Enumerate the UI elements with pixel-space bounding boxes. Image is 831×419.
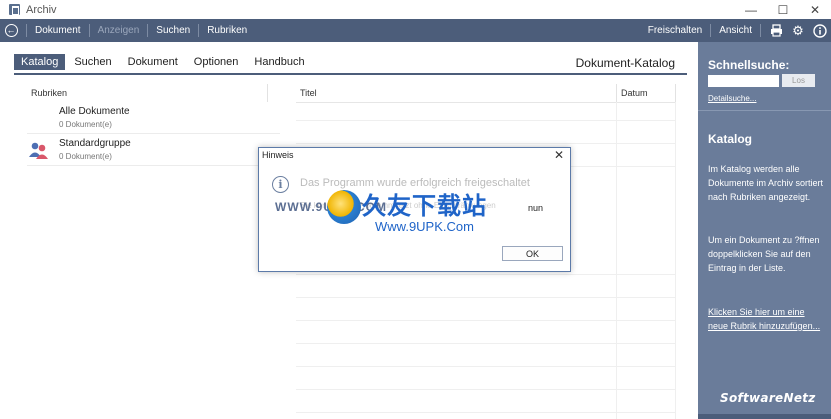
window-title: Archiv bbox=[26, 3, 57, 16]
dialog-close-icon[interactable]: ✕ bbox=[554, 148, 564, 163]
toolbar-separator bbox=[88, 24, 90, 37]
quick-search-button[interactable]: Los bbox=[782, 74, 815, 87]
grid-row-line bbox=[296, 389, 676, 390]
minimize-button[interactable]: — bbox=[735, 0, 767, 19]
rubrik-count: 0 Dokument(e) bbox=[59, 120, 112, 129]
column-header-datum[interactable]: Datum bbox=[621, 88, 648, 98]
toolbar-ansicht[interactable]: Ansicht bbox=[715, 25, 756, 36]
gear-icon[interactable]: ⚙ bbox=[787, 19, 809, 42]
grid-column-line bbox=[616, 102, 617, 419]
close-button[interactable]: ✕ bbox=[799, 0, 831, 19]
tab-underline bbox=[14, 73, 687, 75]
grid-row-line bbox=[296, 143, 676, 144]
column-header-titel[interactable]: Titel bbox=[300, 88, 317, 98]
toolbar-right: Freischalten Ansicht ⚙ bbox=[644, 19, 831, 42]
catalog-heading: Katalog bbox=[708, 132, 753, 146]
toolbar-freischalten[interactable]: Freischalten bbox=[644, 25, 706, 36]
sidebar-bottom-bar bbox=[698, 414, 831, 419]
dialog-message-end: nun bbox=[528, 203, 544, 213]
catalog-open-hint: Um ein Dokument zu ?ffnen doppelklicken … bbox=[708, 235, 820, 273]
grid-row-line bbox=[296, 120, 676, 121]
watermark-brand: 久友下载站 bbox=[362, 192, 487, 220]
tab-handbuch[interactable]: Handbuch bbox=[247, 54, 311, 70]
tab-katalog[interactable]: Katalog bbox=[14, 54, 66, 70]
tab-optionen[interactable]: Optionen bbox=[187, 54, 246, 70]
ok-button[interactable]: OK bbox=[502, 246, 563, 261]
tab-bar: Katalog Suchen Dokument Optionen Handbuc… bbox=[14, 52, 314, 72]
app-icon bbox=[9, 4, 20, 15]
grid-row-line bbox=[296, 366, 676, 367]
column-header-rubriken[interactable]: Rubriken bbox=[31, 88, 67, 98]
header-line bbox=[296, 102, 676, 103]
toolbar-separator bbox=[198, 24, 200, 37]
watermark-logo-icon bbox=[327, 190, 361, 224]
title-bar: Archiv — ☐ ✕ bbox=[0, 0, 831, 19]
printer-icon[interactable] bbox=[765, 19, 787, 42]
quick-search-input[interactable] bbox=[708, 75, 779, 87]
rubrik-item-standardgruppe[interactable]: Standardgruppe 0 Dokument(e) bbox=[27, 135, 280, 166]
grid-row-line bbox=[296, 412, 676, 413]
back-arrow-icon: ← bbox=[4, 24, 18, 37]
toolbar-separator bbox=[26, 24, 27, 37]
catalog-description: Im Katalog werden alle Dokumente im Arch… bbox=[708, 164, 824, 202]
tab-suchen[interactable]: Suchen bbox=[67, 54, 118, 70]
softwarenetz-logo: SoftwareNetz bbox=[720, 391, 816, 405]
detail-search-link[interactable]: Detailsuche... bbox=[708, 94, 756, 103]
grid-row-line bbox=[296, 320, 676, 321]
column-divider bbox=[267, 84, 268, 102]
toolbar-dokument[interactable]: Dokument bbox=[31, 25, 85, 36]
back-button[interactable]: ← bbox=[0, 19, 22, 42]
info-icon: i bbox=[272, 176, 289, 193]
rubrik-count: 0 Dokument(e) bbox=[59, 152, 112, 161]
rubrik-name: Alle Dokumente bbox=[59, 106, 130, 117]
sidebar-divider bbox=[698, 110, 831, 111]
toolbar-suchen[interactable]: Suchen bbox=[152, 25, 194, 36]
maximize-button[interactable]: ☐ bbox=[767, 0, 799, 19]
toolbar-separator bbox=[710, 24, 712, 37]
grid-column-line bbox=[675, 102, 676, 419]
column-divider bbox=[616, 84, 617, 102]
rubrik-name: Standardgruppe bbox=[59, 138, 131, 149]
group-icon bbox=[29, 142, 48, 159]
toolbar-rubriken[interactable]: Rubriken bbox=[203, 25, 251, 36]
toolbar-separator bbox=[147, 24, 149, 37]
toolbar-separator bbox=[760, 24, 761, 37]
dialog-title-bar: Hinweis ✕ bbox=[259, 148, 570, 164]
grid-row-line bbox=[296, 297, 676, 298]
quick-search-title: Schnellsuche: bbox=[708, 58, 790, 72]
window-controls: — ☐ ✕ bbox=[735, 0, 831, 19]
watermark-url: Www.9UPK.Com bbox=[375, 219, 474, 234]
grid-row-line bbox=[296, 274, 676, 275]
rubrik-item-alle[interactable]: Alle Dokumente 0 Dokument(e) bbox=[27, 103, 280, 134]
grid-row-line bbox=[296, 343, 676, 344]
toolbar: ← Dokument Anzeigen Suchen Rubriken Frei… bbox=[0, 19, 831, 42]
tab-dokument[interactable]: Dokument bbox=[121, 54, 185, 70]
info-icon[interactable] bbox=[809, 19, 831, 42]
column-divider bbox=[675, 84, 676, 102]
sidebar: Schnellsuche: Los Detailsuche... Katalog… bbox=[698, 42, 831, 419]
dialog-title: Hinweis bbox=[262, 150, 294, 160]
page-title: Dokument-Katalog bbox=[575, 56, 675, 70]
add-rubric-link[interactable]: Klicken Sie hier um eine neue Rubrik hin… bbox=[708, 305, 824, 333]
toolbar-anzeigen[interactable]: Anzeigen bbox=[94, 25, 144, 36]
